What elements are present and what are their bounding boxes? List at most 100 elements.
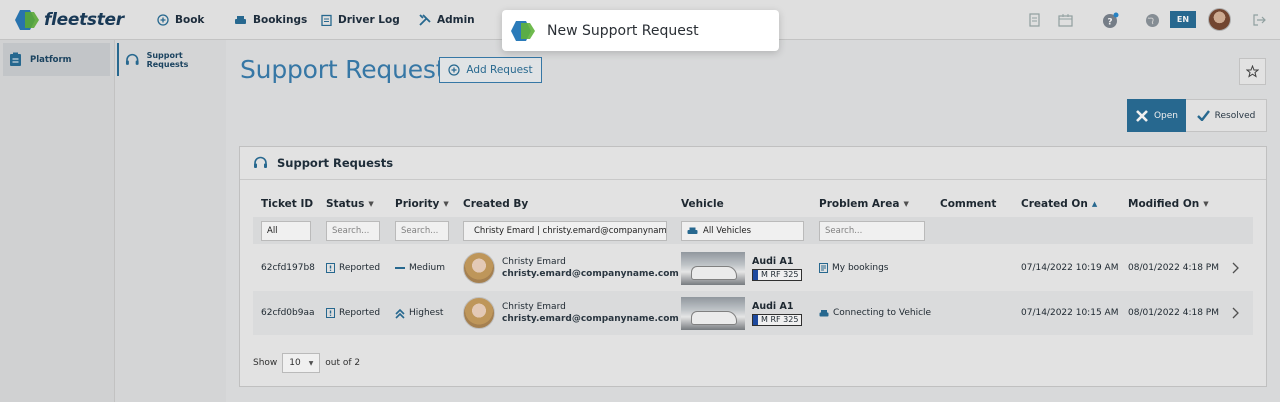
col-problem-area[interactable]: Problem Area ▼ [819,198,909,210]
priority-cell: Highest [395,291,443,335]
nav-bookings-label: Bookings [253,14,308,26]
vehicle-model: Audi A1 [752,255,794,267]
status-toggle: Open Resolved [1127,99,1267,132]
avatar [463,252,495,284]
creator-name: Christy Emard [502,257,566,267]
nav-admin[interactable]: Admin [419,12,475,28]
status-filter[interactable]: Search... [326,221,380,241]
sidebar-item-platform-label: Platform [30,54,72,65]
priority-medium-icon [395,267,405,269]
brand-name: fleetster [44,10,124,30]
card-header: Support Requests [240,147,1266,180]
col-created-by-label: Created By [463,198,529,210]
headset-icon [254,156,267,168]
sort-down-icon: ▼ [368,200,374,208]
report-icon [326,263,335,273]
pagination: Show 10 ▼ out of 2 [253,353,360,373]
status-label: Reported [339,308,381,318]
report-icon[interactable] [1026,11,1044,29]
filter-row: All Search... Search... Christy Emard | … [253,217,1253,244]
nav-book[interactable]: Book [157,12,204,28]
vehicle-filter-value: All Vehicles [703,226,752,236]
created-on: 07/14/2022 10:19 AM [1021,263,1119,273]
bookings-icon [819,263,828,273]
show-label: Show [253,358,278,368]
license-plate: M RF 325 [752,268,803,281]
status-label: Reported [339,263,381,273]
sidebar-item-platform[interactable]: Platform [3,43,110,76]
col-created-by[interactable]: Created By [463,198,528,210]
col-modified-on-label: Modified On [1128,198,1200,210]
headset-icon [125,53,139,65]
globe-icon[interactable] [1143,11,1161,29]
user-avatar[interactable] [1208,8,1231,31]
car-icon [819,309,829,316]
col-status[interactable]: Status ▼ [326,198,374,210]
car-icon [687,227,698,234]
sort-down-icon: ▼ [443,200,449,208]
fleetster-logo[interactable]: fleetster [14,8,124,32]
nav-admin-label: Admin [437,14,475,26]
created-by-cell: Christy Emard christy.emard@companyname.… [463,291,679,335]
total-count: out of 2 [325,358,361,368]
priority-filter[interactable]: Search... [395,221,449,241]
problem-area-cell: My bookings [819,246,889,290]
sort-down-icon: ▼ [903,200,909,208]
add-request-label: Add Request [466,64,533,76]
clipboard-icon [10,52,21,66]
col-modified-on[interactable]: Modified On ▼ [1128,198,1209,210]
add-request-button[interactable]: Add Request [439,57,542,83]
nav-bookings[interactable]: Bookings [234,12,307,28]
chevron-right-icon[interactable] [1232,262,1239,274]
vehicle-filter[interactable]: All Vehicles [681,221,804,241]
calendar-icon[interactable] [1056,11,1074,29]
page-size-select[interactable]: 10 ▼ [282,353,321,373]
new-support-request-dialog[interactable]: New Support Request [502,10,779,51]
clipboard-icon [321,14,332,26]
logo-mark-icon [15,10,39,30]
sidebar-item-support-requests[interactable]: Support Requests [117,43,225,76]
primary-sidebar: Platform [0,40,114,402]
license-plate: M RF 325 [752,313,803,326]
problem-area-cell: Connecting to Vehicle [819,291,931,335]
resolved-toggle-button[interactable]: Resolved [1186,99,1267,132]
check-icon [1196,110,1210,121]
sort-up-icon: ▲ [1091,200,1098,208]
col-ticket-id[interactable]: Ticket ID [261,198,313,210]
plus-circle-icon [157,14,169,26]
plus-circle-icon [448,64,460,76]
car-icon [235,15,246,24]
created-by-filter-value: Christy Emard | christy.emard@companynam… [474,226,667,236]
sidebar-item-support-requests-label: Support Requests [146,50,189,69]
logo-mark-icon [511,20,535,41]
table-row[interactable]: 62cfd197b8 Reported Medium Christy Emard… [253,246,1253,290]
star-icon [1246,65,1259,78]
creator-name: Christy Emard [502,302,566,312]
priority-highest-icon [395,308,405,319]
report-icon [326,308,335,318]
logout-icon[interactable] [1250,11,1268,29]
status-cell: Reported [326,246,380,290]
nav-driver-log[interactable]: Driver Log [321,12,400,28]
sort-down-icon: ▼ [1203,200,1209,208]
help-icon[interactable]: ? [1101,11,1119,29]
col-comment[interactable]: Comment [940,198,996,210]
close-icon [1136,109,1148,122]
problem-area-filter[interactable]: Search... [819,221,925,241]
vehicle-photo [681,296,745,330]
ticket-id-filter[interactable]: All [261,221,311,241]
language-selector[interactable]: EN [1170,11,1196,28]
created-by-filter[interactable]: Christy Emard | christy.emard@companynam… [463,221,667,241]
col-vehicle[interactable]: Vehicle [681,198,724,210]
favorite-button[interactable] [1239,58,1266,85]
ticket-id: 62cfd197b8 [261,263,315,273]
col-created-on[interactable]: Created On ▲ [1021,198,1097,210]
col-status-label: Status [326,198,365,210]
problem-area-label: Connecting to Vehicle [833,308,932,318]
secondary-sidebar: Support Requests [114,40,226,402]
page-size-value: 10 [289,358,301,368]
open-toggle-button[interactable]: Open [1127,99,1186,132]
col-priority[interactable]: Priority ▼ [395,198,449,210]
table-row[interactable]: 62cfd0b9aa Reported Highest Christy Emar… [253,291,1253,335]
chevron-right-icon[interactable] [1232,307,1239,319]
